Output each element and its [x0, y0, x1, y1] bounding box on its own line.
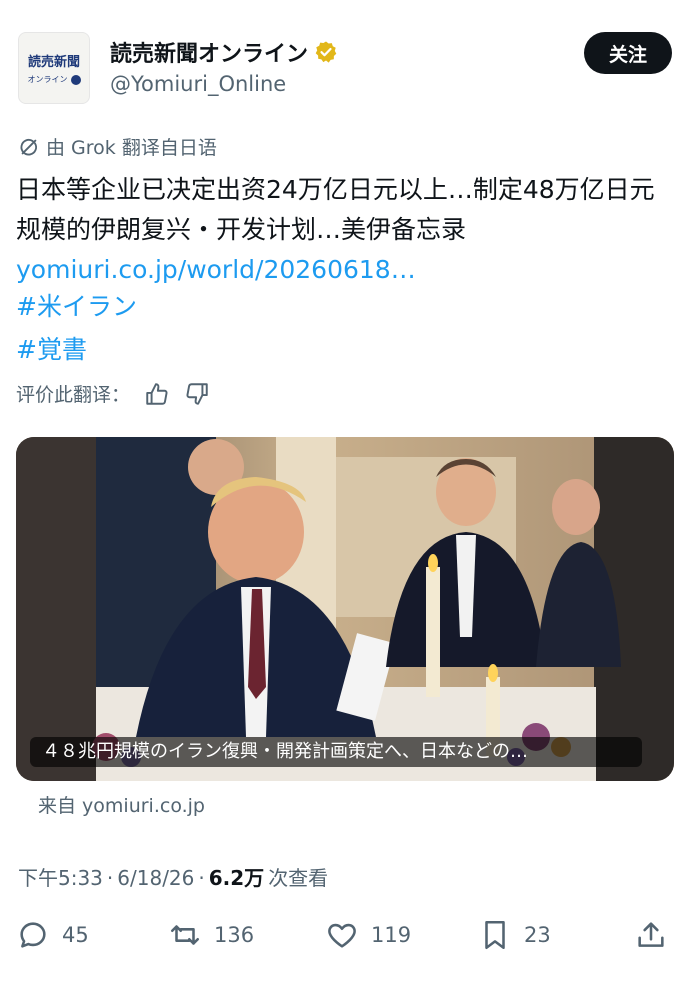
rate-translation: 评价此翻译：: [16, 380, 210, 407]
share-icon: [638, 922, 664, 947]
repost-icon: [170, 925, 200, 945]
reply-icon: [20, 922, 46, 948]
grok-icon: [20, 138, 37, 155]
thumbs-down-icon[interactable]: [184, 381, 210, 407]
rate-translation-label: 评价此翻译：: [16, 384, 131, 406]
name-row: 読売新聞オンライン: [110, 36, 338, 68]
avatar-logo-dot: [70, 74, 81, 85]
tweet-meta: 下午5:33 · 6/18/26 · 6.2万 次查看: [18, 862, 328, 891]
news-photo: [16, 437, 674, 781]
share-button[interactable]: [634, 918, 668, 952]
display-name[interactable]: 読売新聞オンライン: [110, 36, 308, 68]
hashtag-iran[interactable]: #米イラン: [16, 287, 137, 327]
views-count: 6.2万: [208, 866, 265, 890]
meta-separator-1: ·: [106, 866, 114, 890]
meta-separator-2: ·: [198, 866, 205, 890]
avatar-logo-sub: オンライン: [28, 74, 81, 85]
like-count: 119: [371, 923, 412, 947]
bookmark-count: 23: [524, 923, 551, 947]
article-link[interactable]: yomiuri.co.jp/world/20260618…: [16, 250, 416, 290]
views-label: 次查看: [268, 866, 329, 890]
avatar-logo-subtext: オンライン: [27, 75, 68, 84]
avatar-logo-title: 読売新聞: [27, 55, 80, 70]
verified-badge-icon: [315, 41, 337, 63]
link-source[interactable]: 来自 yomiuri.co.jp: [38, 791, 205, 818]
bookmark-icon: [485, 920, 505, 950]
tweet-text: 日本等企业已决定出资24万亿日元以上…制定48万亿日元规模的伊朗复兴・开发计划……: [16, 175, 655, 244]
user-handle[interactable]: @Yomiuri_Online: [110, 72, 286, 96]
reply-count: 45: [62, 923, 89, 947]
bookmark-button[interactable]: 23: [478, 918, 551, 952]
translation-note: 由 Grok 翻译自日语: [18, 133, 217, 160]
link-card-media[interactable]: ４８兆円規模のイラン復興・開発計画策定へ、日本などの…: [16, 437, 674, 781]
repost-button[interactable]: 136: [168, 918, 254, 952]
follow-button[interactable]: 关注: [584, 32, 672, 74]
repost-count: 136: [214, 923, 255, 947]
like-button[interactable]: 119: [325, 918, 411, 952]
action-bar: 45 136 119 23: [16, 918, 676, 958]
hashtag-memorandum[interactable]: #覚書: [16, 330, 87, 370]
tweet-header: 読売新聞 オンライン 読売新聞オンライン @Yomiuri_Online 关注: [18, 32, 672, 108]
media-caption: ４８兆円規模のイラン復興・開発計画策定へ、日本などの…: [30, 737, 642, 767]
heart-icon: [328, 923, 356, 948]
avatar[interactable]: 読売新聞 オンライン: [18, 32, 90, 104]
translation-note-text: 由 Grok 翻译自日语: [46, 137, 217, 159]
post-date[interactable]: 6/18/26: [117, 866, 194, 890]
reply-button[interactable]: 45: [16, 918, 89, 952]
thumbs-up-icon[interactable]: [144, 381, 170, 407]
post-time[interactable]: 下午5:33: [18, 862, 103, 891]
